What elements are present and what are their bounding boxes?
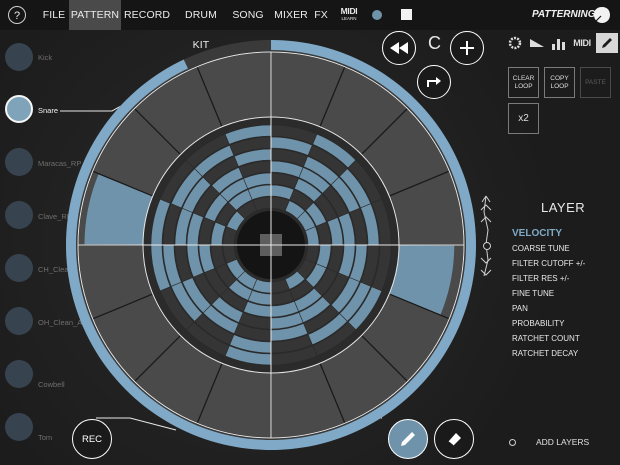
pencil-tab-icon — [602, 38, 612, 48]
layer-scroll-slider[interactable] — [478, 192, 494, 282]
slope-tool-icon — [530, 39, 544, 47]
pencil-button[interactable] — [388, 419, 428, 459]
eraser-icon — [447, 433, 461, 447]
rewind-button[interactable] — [382, 31, 416, 65]
layer-ratchet-decay[interactable]: RATCHET DECAY — [512, 349, 578, 358]
rec-button[interactable]: REC — [72, 419, 112, 459]
layer-fine-tune[interactable]: FINE TUNE — [512, 289, 554, 298]
tab-wheel-tool[interactable] — [505, 33, 525, 53]
layer-probability[interactable]: PROBABILITY — [512, 319, 564, 328]
plus-icon — [460, 41, 474, 55]
add-button[interactable] — [450, 31, 484, 65]
rewind-icon — [390, 42, 408, 54]
layer-filter-cutoff[interactable]: FILTER CUTOFF +/- — [512, 259, 585, 268]
layer-pan[interactable]: PAN — [512, 304, 528, 313]
layer-filter-res[interactable]: FILTER RES +/- — [512, 274, 569, 283]
app-window: ? FILE PATTERN RECORD DRUM KIT SONG MIXE… — [0, 0, 620, 465]
turn-arrow-icon — [427, 77, 441, 87]
layer-title: LAYER — [541, 200, 586, 215]
add-layers-button[interactable]: ADD LAYERS — [536, 437, 589, 447]
clear-loop-button[interactable]: CLEAR LOOP — [508, 67, 539, 98]
tab-bars-tool[interactable] — [549, 33, 569, 53]
wheel-tool-icon — [508, 36, 522, 50]
tab-midi-tool[interactable]: MIDI — [571, 33, 593, 53]
eraser-button[interactable] — [434, 419, 474, 459]
paste-button[interactable]: PASTE — [580, 67, 611, 98]
layer-ratchet-count[interactable]: RATCHET COUNT — [512, 334, 580, 343]
loop-shift-button[interactable] — [417, 65, 451, 99]
layer-coarse-tune[interactable]: COARSE TUNE — [512, 244, 570, 253]
x2-button[interactable]: x2 — [508, 103, 539, 134]
layer-velocity[interactable]: VELOCITY — [512, 228, 562, 239]
copy-loop-button[interactable]: COPY LOOP — [544, 67, 575, 98]
bars-tool-icon — [552, 39, 565, 50]
pencil-icon — [401, 432, 415, 446]
add-layers-dot-icon — [509, 439, 516, 446]
tab-slope-tool[interactable] — [527, 33, 547, 53]
key-label[interactable]: C — [428, 33, 441, 54]
tab-pencil-tool[interactable] — [596, 33, 618, 53]
